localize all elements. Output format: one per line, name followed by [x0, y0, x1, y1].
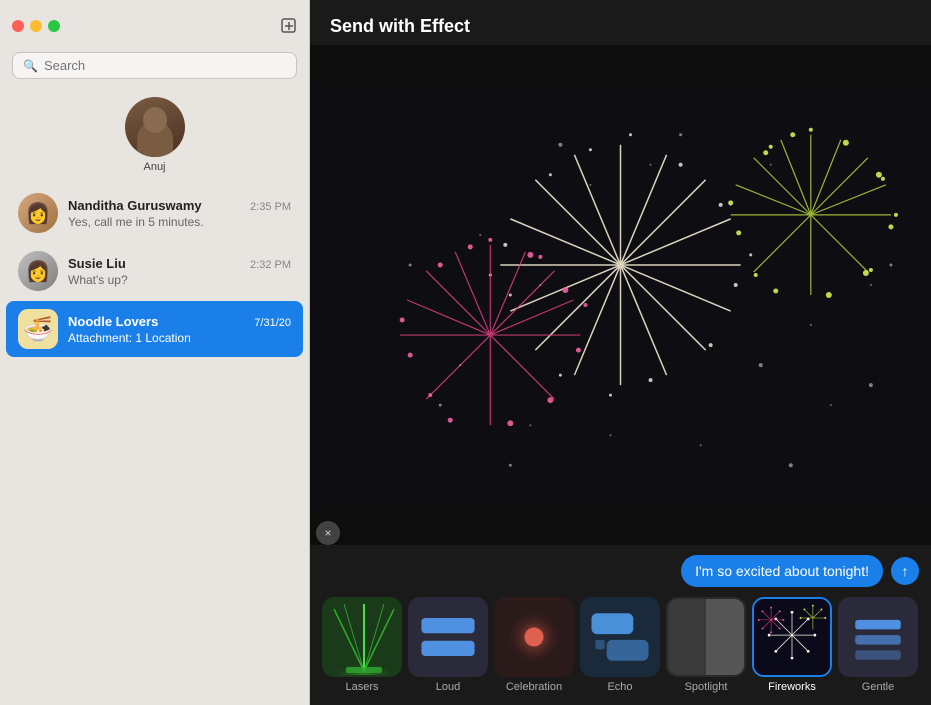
send-button[interactable]: ↑ — [891, 557, 919, 585]
effect-label-spotlight: Spotlight — [685, 681, 728, 693]
conv-preview: Yes, call me in 5 minutes. — [68, 215, 291, 229]
message-bubble-area: I'm so excited about tonight! ↑ — [322, 555, 919, 587]
conversation-item-noodle[interactable]: 🍜 Noodle Lovers 7/31/20 Attachment: 1 Lo… — [6, 301, 303, 357]
conv-header: Nanditha Guruswamy 2:35 PM — [68, 198, 291, 213]
effect-label-gentle: Gentle — [862, 681, 894, 693]
effect-item-celebration[interactable]: Celebration — [494, 597, 574, 693]
conv-header: Susie Liu 2:32 PM — [68, 256, 291, 271]
compose-button[interactable] — [281, 18, 297, 34]
conv-time: 7/31/20 — [254, 317, 291, 329]
effect-thumb-gentle — [838, 597, 918, 677]
message-bubble: I'm so excited about tonight! — [681, 555, 883, 587]
fireworks-display — [310, 45, 931, 545]
conv-name: Noodle Lovers — [68, 314, 158, 329]
conv-info: Noodle Lovers 7/31/20 Attachment: 1 Loca… — [68, 314, 291, 345]
pinned-contact[interactable]: Anuj — [0, 89, 309, 185]
avatar-nanditha: 👩 — [18, 193, 58, 233]
effect-thumb-fireworks — [752, 597, 832, 677]
sidebar: 🔍 Anuj 👩 Nanditha Guruswamy 2:35 PM Yes,… — [0, 0, 310, 705]
traffic-lights — [12, 20, 60, 32]
conversation-item-susie[interactable]: 👩 Susie Liu 2:32 PM What's up? — [6, 243, 303, 299]
conversation-list: 👩 Nanditha Guruswamy 2:35 PM Yes, call m… — [0, 185, 309, 705]
effect-item-gentle[interactable]: Gentle — [838, 597, 918, 693]
effect-item-loud[interactable]: Loud — [408, 597, 488, 693]
effects-strip: Lasers Loud — [322, 597, 919, 695]
effect-thumb-echo — [580, 597, 660, 677]
conversation-item-nanditha[interactable]: 👩 Nanditha Guruswamy 2:35 PM Yes, call m… — [6, 185, 303, 241]
avatar-face: 👩 — [18, 193, 58, 233]
maximize-button[interactable] — [48, 20, 60, 32]
effect-label-celebration: Celebration — [506, 681, 562, 693]
pinned-contact-name: Anuj — [143, 161, 165, 173]
effect-label-echo: Echo — [607, 681, 632, 693]
close-effect-button[interactable]: × — [316, 521, 340, 545]
effect-item-echo[interactable]: Echo — [580, 597, 660, 693]
avatar-face: 👩 — [18, 251, 58, 291]
conv-name: Susie Liu — [68, 256, 126, 271]
effect-item-fireworks[interactable]: Fireworks — [752, 597, 832, 693]
search-icon: 🔍 — [23, 59, 38, 73]
titlebar — [0, 0, 309, 52]
effect-label-fireworks: Fireworks — [768, 681, 816, 693]
conv-preview: Attachment: 1 Location — [68, 331, 291, 345]
avatar-noodle: 🍜 — [18, 309, 58, 349]
avatar-susie: 👩 — [18, 251, 58, 291]
conv-info: Nanditha Guruswamy 2:35 PM Yes, call me … — [68, 198, 291, 229]
avatar — [125, 97, 185, 157]
effect-label-lasers: Lasers — [345, 681, 378, 693]
effect-item-lasers[interactable]: Lasers — [322, 597, 402, 693]
effect-thumb-lasers — [322, 597, 402, 677]
conv-name: Nanditha Guruswamy — [68, 198, 202, 213]
search-input[interactable] — [44, 58, 286, 73]
conv-info: Susie Liu 2:32 PM What's up? — [68, 256, 291, 287]
fireworks-svg — [310, 45, 931, 545]
conv-header: Noodle Lovers 7/31/20 — [68, 314, 291, 329]
page-title: Send with Effect — [330, 16, 911, 37]
lasers-visual — [324, 599, 400, 675]
main-content: Send with Effect — [310, 0, 931, 705]
effect-thumb-spotlight — [666, 597, 746, 677]
conv-preview: What's up? — [68, 273, 291, 287]
conv-time: 2:32 PM — [250, 259, 291, 271]
close-button[interactable] — [12, 20, 24, 32]
effect-label-loud: Loud — [436, 681, 460, 693]
effect-thumb-loud — [408, 597, 488, 677]
main-header: Send with Effect — [310, 0, 931, 45]
search-bar[interactable]: 🔍 — [12, 52, 297, 79]
avatar-face: 🍜 — [18, 309, 58, 349]
conv-time: 2:35 PM — [250, 201, 291, 213]
effect-thumb-celebration — [494, 597, 574, 677]
minimize-button[interactable] — [30, 20, 42, 32]
effect-item-spotlight[interactable]: Spotlight — [666, 597, 746, 693]
bottom-area: I'm so excited about tonight! ↑ — [310, 545, 931, 705]
